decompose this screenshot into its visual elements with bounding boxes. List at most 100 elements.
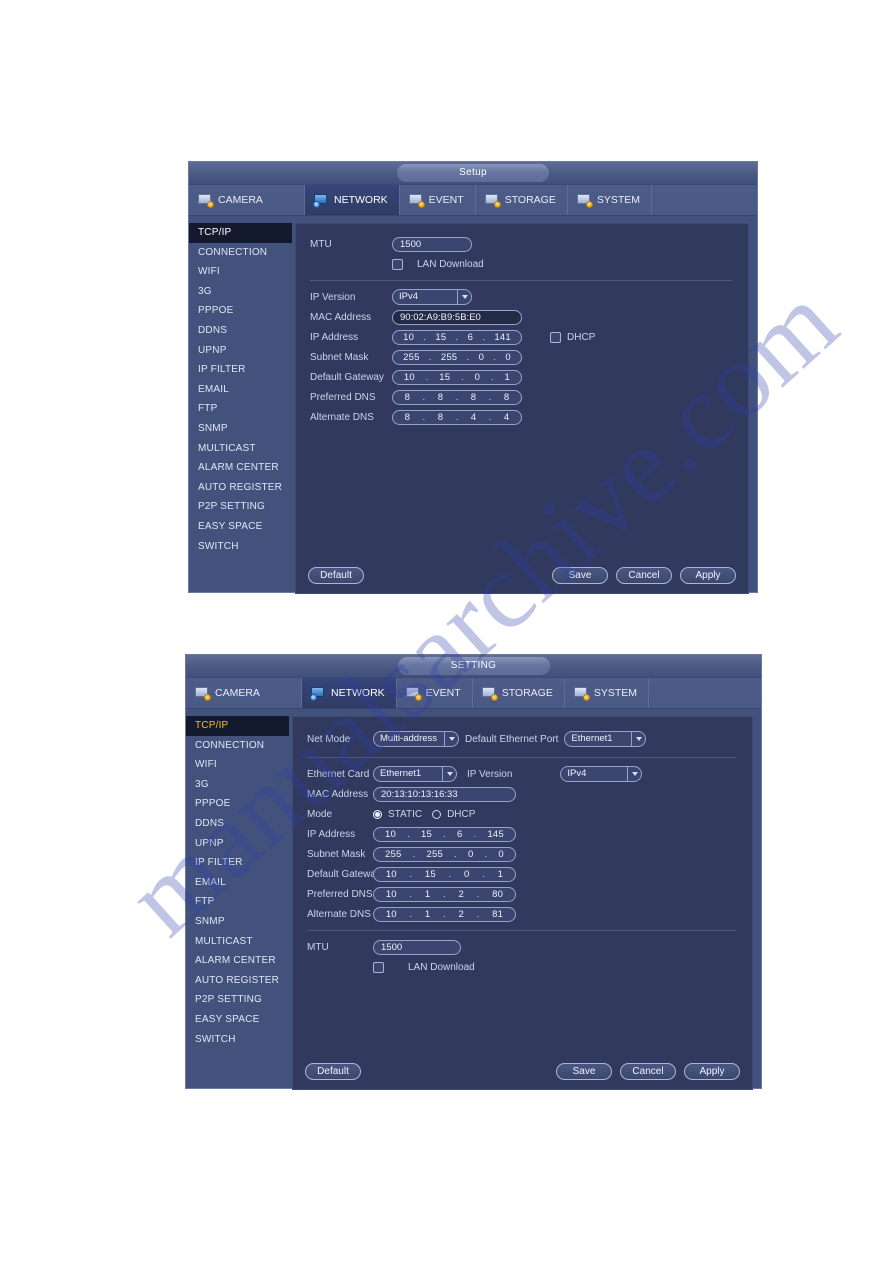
sidebar-item-wifi[interactable]: WIFI xyxy=(189,262,292,282)
ip-version2-select[interactable]: IPv4 xyxy=(560,766,643,782)
tab-storage[interactable]: STORAGE xyxy=(476,185,568,215)
sidebar2-item-easy-space[interactable]: EASY SPACE xyxy=(186,1010,289,1030)
tab-event[interactable]: EVENT xyxy=(400,185,476,215)
apply2-button[interactable]: Apply xyxy=(684,1062,740,1080)
dialog2-tabbar: CAMERA NETWORK EVENT STORAGE SYSTEM xyxy=(186,678,761,709)
subnet-mask2-input[interactable]: 255. 255. 0. 0 xyxy=(373,846,516,862)
sidebar-item-alarm-center[interactable]: ALARM CENTER xyxy=(189,458,292,478)
tab-event-label: EVENT xyxy=(428,194,464,206)
sidebar2-item-connection[interactable]: CONNECTION xyxy=(186,736,289,756)
tab-system[interactable]: SYSTEM xyxy=(568,185,653,215)
sidebar2-item-p2p-setting[interactable]: P2P SETTING xyxy=(186,990,289,1010)
storage-icon xyxy=(481,686,498,701)
mtu2-input[interactable]: 1500 xyxy=(373,939,461,955)
default-gateway2-input[interactable]: 10. 15. 0. 1 xyxy=(373,866,516,882)
mtu-input[interactable]: 1500 xyxy=(392,236,472,252)
mac-address-value: 90:02:A9:B9:5B:E0 xyxy=(392,309,522,325)
chevron-down-icon[interactable] xyxy=(444,732,458,746)
sidebar-item-pppoe[interactable]: PPPOE xyxy=(189,301,292,321)
net-mode-select[interactable]: Multi-address xyxy=(373,731,459,747)
chevron-down-icon[interactable] xyxy=(442,767,456,781)
sidebar-item-3g[interactable]: 3G xyxy=(189,282,292,302)
sidebar2-item-3g[interactable]: 3G xyxy=(186,775,289,795)
tab-network[interactable]: NETWORK xyxy=(305,185,400,215)
sidebar2-item-switch[interactable]: SWITCH xyxy=(186,1030,289,1050)
dhcp-checkbox[interactable] xyxy=(550,331,561,343)
default2-button[interactable]: Default xyxy=(305,1062,361,1080)
gateway2-octet-1: 10 xyxy=(385,868,397,880)
ip-address-input[interactable]: 10. 15. 6. 141 xyxy=(392,329,522,345)
sidebar2-item-tcpip[interactable]: TCP/IP xyxy=(186,716,289,736)
sidebar-item-auto-register[interactable]: AUTO REGISTER xyxy=(189,478,292,498)
cancel2-button[interactable]: Cancel xyxy=(620,1062,676,1080)
sidebar-item-switch[interactable]: SWITCH xyxy=(189,537,292,557)
sidebar-item-ftp[interactable]: FTP xyxy=(189,399,292,419)
chevron-down-icon[interactable] xyxy=(457,290,471,304)
save-button[interactable]: Save xyxy=(552,566,608,584)
save2-button[interactable]: Save xyxy=(556,1062,612,1080)
cancel-button[interactable]: Cancel xyxy=(616,566,672,584)
sidebar2-item-wifi[interactable]: WIFI xyxy=(186,755,289,775)
sidebar2-item-alarm-center[interactable]: ALARM CENTER xyxy=(186,951,289,971)
tab2-network[interactable]: NETWORK xyxy=(302,678,397,708)
lan-download2-checkbox[interactable] xyxy=(373,961,384,973)
sidebar-item-ip-filter[interactable]: IP FILTER xyxy=(189,360,292,380)
chevron-down-icon[interactable] xyxy=(631,732,645,746)
mode-static-label: STATIC xyxy=(388,808,423,820)
sidebar-item-upnp[interactable]: UPNP xyxy=(189,341,292,361)
ip-version-select[interactable]: IPv4 xyxy=(392,289,472,305)
mode-dhcp-radio[interactable] xyxy=(432,809,442,819)
default-ethernet-port-value: Ethernet1 xyxy=(571,733,613,744)
apply-button[interactable]: Apply xyxy=(680,566,736,584)
sidebar2-item-ip-filter[interactable]: IP FILTER xyxy=(186,853,289,873)
subnet-mask-input[interactable]: 255. 255. 0. 0 xyxy=(392,349,522,365)
lan-download-checkbox[interactable] xyxy=(392,258,403,270)
default-button[interactable]: Default xyxy=(308,566,364,584)
preferred-dns-input[interactable]: 8. 8. 8. 8 xyxy=(392,389,522,405)
sidebar-item-email[interactable]: EMAIL xyxy=(189,380,292,400)
sidebar2-item-auto-register[interactable]: AUTO REGISTER xyxy=(186,971,289,991)
adns-octet-4: 4 xyxy=(503,411,510,423)
preferred-dns2-input[interactable]: 10. 1. 2. 80 xyxy=(373,886,516,902)
default-gateway-input[interactable]: 10. 15. 0. 1 xyxy=(392,369,522,385)
sidebar2-item-pppoe[interactable]: PPPOE xyxy=(186,794,289,814)
mtu2-label: MTU xyxy=(307,941,329,953)
ip-version2-value: IPv4 xyxy=(567,768,587,779)
dialog2-content: Net Mode Multi-address Default Ethernet … xyxy=(292,716,753,1090)
sidebar2-item-ddns[interactable]: DDNS xyxy=(186,814,289,834)
tab2-camera[interactable]: CAMERA xyxy=(186,678,302,708)
ip2-octet-2: 15 xyxy=(421,828,432,840)
tab2-storage[interactable]: STORAGE xyxy=(473,678,565,708)
ip-version-row: IP Version IPv4 xyxy=(296,287,748,307)
tab-camera[interactable]: CAMERA xyxy=(189,185,305,215)
tab2-event[interactable]: EVENT xyxy=(397,678,473,708)
mode-static-radio[interactable] xyxy=(373,809,382,819)
adns2-octet-3: 2 xyxy=(458,908,464,920)
network-icon xyxy=(313,193,329,208)
sidebar-item-p2p-setting[interactable]: P2P SETTING xyxy=(189,497,292,517)
sidebar-item-tcpip[interactable]: TCP/IP xyxy=(189,223,292,243)
sidebar-item-snmp[interactable]: SNMP xyxy=(189,419,292,439)
tab2-network-label: NETWORK xyxy=(331,687,385,699)
ethernet-card-select[interactable]: Ethernet1 xyxy=(373,766,457,782)
sidebar2-item-upnp[interactable]: UPNP xyxy=(186,834,289,854)
preferred-dns2-row: Preferred DNS 10. 1. 2. 80 xyxy=(293,884,752,904)
sidebar-item-connection[interactable]: CONNECTION xyxy=(189,243,292,263)
sidebar-item-ddns[interactable]: DDNS xyxy=(189,321,292,341)
ip2-octet-1: 10 xyxy=(385,828,396,840)
sidebar2-item-email[interactable]: EMAIL xyxy=(186,873,289,893)
sidebar-item-easy-space[interactable]: EASY SPACE xyxy=(189,517,292,537)
tab2-system[interactable]: SYSTEM xyxy=(565,678,650,708)
default-ethernet-port-select[interactable]: Ethernet1 xyxy=(564,731,647,747)
chevron-down-icon[interactable] xyxy=(627,767,641,781)
ip-address2-input[interactable]: 10. 15. 6. 145 xyxy=(373,826,516,842)
sidebar2-item-multicast[interactable]: MULTICAST xyxy=(186,932,289,952)
sidebar-item-multicast[interactable]: MULTICAST xyxy=(189,439,292,459)
sidebar2-item-ftp[interactable]: FTP xyxy=(186,892,289,912)
alternate-dns-input[interactable]: 8. 8. 4. 4 xyxy=(392,409,522,425)
alternate-dns2-input[interactable]: 10. 1. 2. 81 xyxy=(373,906,516,922)
sidebar2-item-snmp[interactable]: SNMP xyxy=(186,912,289,932)
dialog2-footer: Default Save Cancel Apply xyxy=(293,1062,752,1080)
ip-octet-2: 15 xyxy=(435,331,447,343)
adns2-octet-4: 81 xyxy=(492,908,504,920)
